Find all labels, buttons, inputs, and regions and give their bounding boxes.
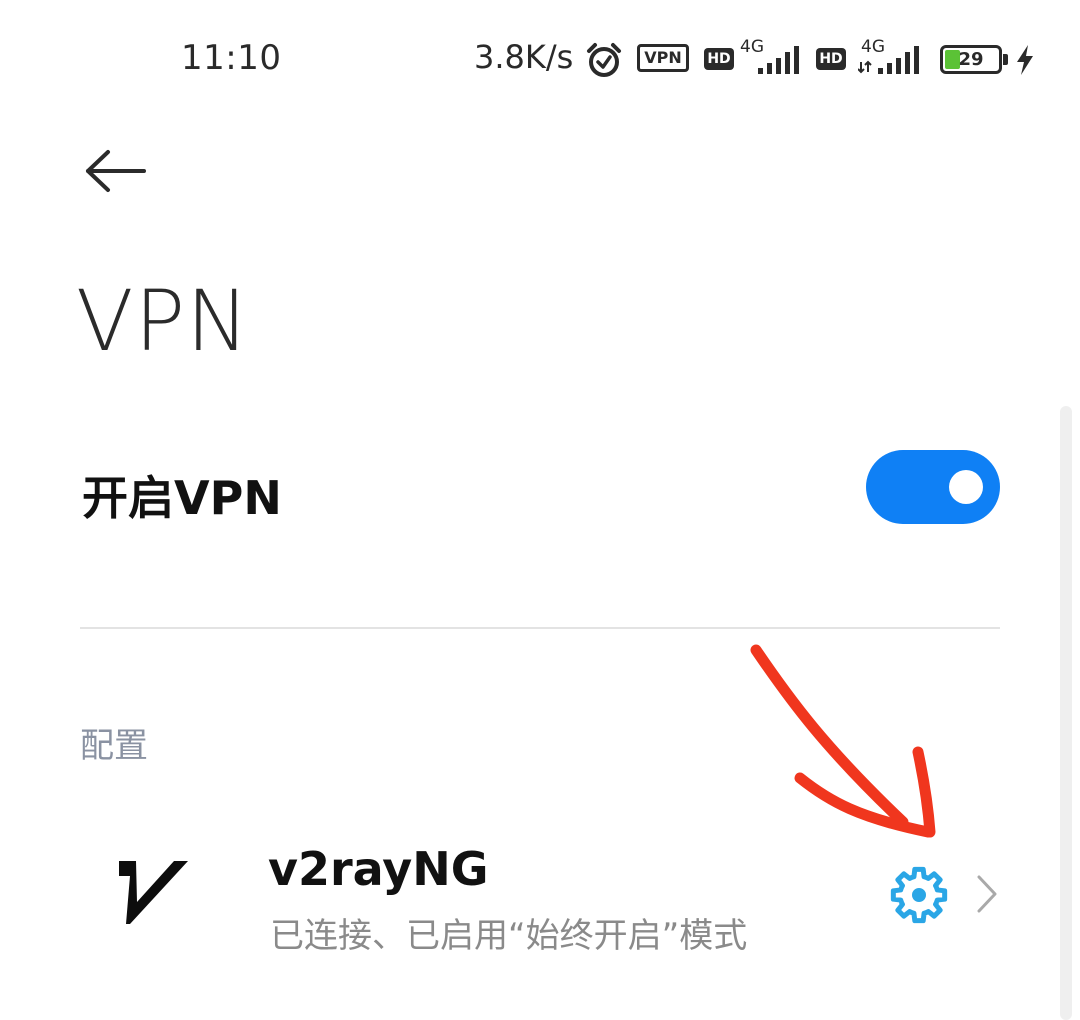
- vpn-toggle-label: 开启VPN: [82, 471, 282, 525]
- lightning-bolt-icon: [1017, 45, 1033, 75]
- signal-strength-icon: [858, 46, 919, 74]
- toggle-knob: [949, 470, 983, 504]
- divider: [80, 627, 1000, 629]
- hd-badge: HD: [704, 48, 734, 70]
- scrollbar[interactable]: [1060, 406, 1072, 1020]
- back-arrow-icon: [86, 150, 146, 192]
- vpn-settings-screen: 11:10 3.8K/s VPN HD 4G HD 4G 29 VPN 开启VP…: [0, 0, 1080, 1020]
- vpn-profile-item[interactable]: v2rayNG 已连接、已启用“始终开启”模式: [80, 820, 1020, 970]
- section-header-profiles: 配置: [80, 726, 148, 766]
- chevron-right-icon: [977, 875, 997, 913]
- signal-strength-icon: [758, 46, 799, 74]
- vpn-status-badge: VPN: [637, 44, 689, 72]
- status-time: 11:10: [181, 38, 282, 78]
- battery-indicator: 29: [940, 45, 1002, 74]
- hd-badge: HD: [816, 48, 846, 70]
- network-speed: 3.8K/s: [474, 38, 574, 76]
- back-button[interactable]: [72, 132, 162, 212]
- profile-status: 已连接、已启用“始终开启”模式: [270, 916, 748, 956]
- vpn-toggle-switch[interactable]: [866, 450, 1000, 524]
- alarm-clock-icon: [587, 43, 621, 77]
- profile-name: v2rayNG: [268, 842, 489, 896]
- profile-settings-button[interactable]: [886, 862, 952, 928]
- v2rayng-logo: [119, 861, 188, 924]
- page-title: VPN: [76, 272, 250, 370]
- battery-percent: 29: [958, 49, 984, 70]
- gear-icon: [890, 866, 948, 924]
- battery-cap: [1003, 54, 1008, 65]
- vpn-toggle-row[interactable]: 开启VPN: [80, 440, 1000, 540]
